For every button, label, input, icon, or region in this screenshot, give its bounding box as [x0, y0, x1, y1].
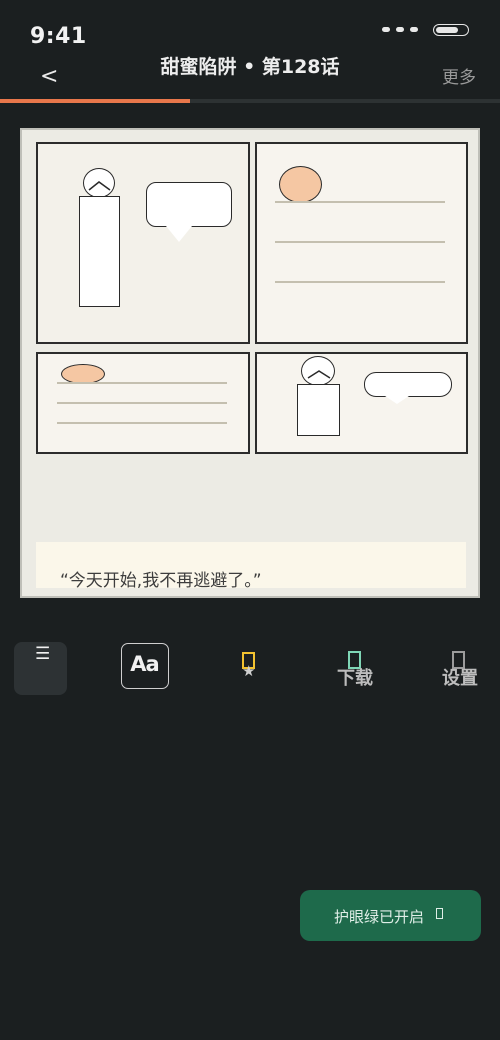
signal-icon [382, 27, 418, 32]
download-label: 下载 [337, 668, 373, 689]
back-button[interactable]: < [40, 64, 58, 89]
status-time: 9:41 [30, 24, 87, 49]
speech-bubble [146, 182, 232, 227]
speech-bubble [364, 372, 452, 397]
text-line [275, 281, 445, 283]
catalog-button[interactable]: ☰ [14, 642, 67, 695]
page-title: 甜蜜陷阱 • 第128话 [160, 56, 340, 78]
font-size-button[interactable]: Aa [121, 643, 169, 689]
star-icon: ★ [242, 662, 256, 680]
more-button[interactable]: 更多 [442, 63, 476, 88]
text-line [275, 201, 445, 203]
eye-care-icon [436, 908, 443, 919]
font-label: Aa [130, 652, 159, 676]
character-body [297, 384, 340, 436]
comic-panel-1 [36, 142, 250, 344]
comic-page[interactable]: “今天开始,我不再逃避了。” [20, 128, 480, 598]
list-icon: ☰ [35, 644, 51, 664]
comic-panel-2 [255, 142, 468, 344]
caption-text: “今天开始,我不再逃避了。” [60, 571, 262, 591]
character-head [301, 356, 335, 386]
reading-progress-fill [0, 99, 190, 103]
character-face [279, 166, 322, 203]
settings-label: 设置 [442, 668, 478, 689]
text-line [57, 422, 227, 424]
speech-bubble-tail [166, 226, 192, 242]
battery-icon [433, 24, 469, 36]
character-face [61, 364, 105, 384]
text-line [57, 402, 227, 404]
reader-screen: 9:41 甜蜜陷阱 • 第128话 < 更多 “今天开始,我不再逃避了。” ☰ … [0, 0, 500, 1040]
reading-progress-bar [0, 99, 500, 103]
caption-box: “今天开始,我不再逃避了。” [36, 542, 466, 591]
character-head [83, 168, 115, 198]
text-line [275, 241, 445, 243]
eye-care-toast[interactable]: 护眼绿已开启 [300, 890, 481, 941]
toast-text: 护眼绿已开启 [334, 908, 425, 926]
character-body [79, 196, 120, 307]
text-line [57, 382, 227, 384]
comic-panel-3 [36, 352, 250, 454]
comic-panel-4 [255, 352, 468, 454]
speech-bubble-tail [385, 396, 409, 404]
